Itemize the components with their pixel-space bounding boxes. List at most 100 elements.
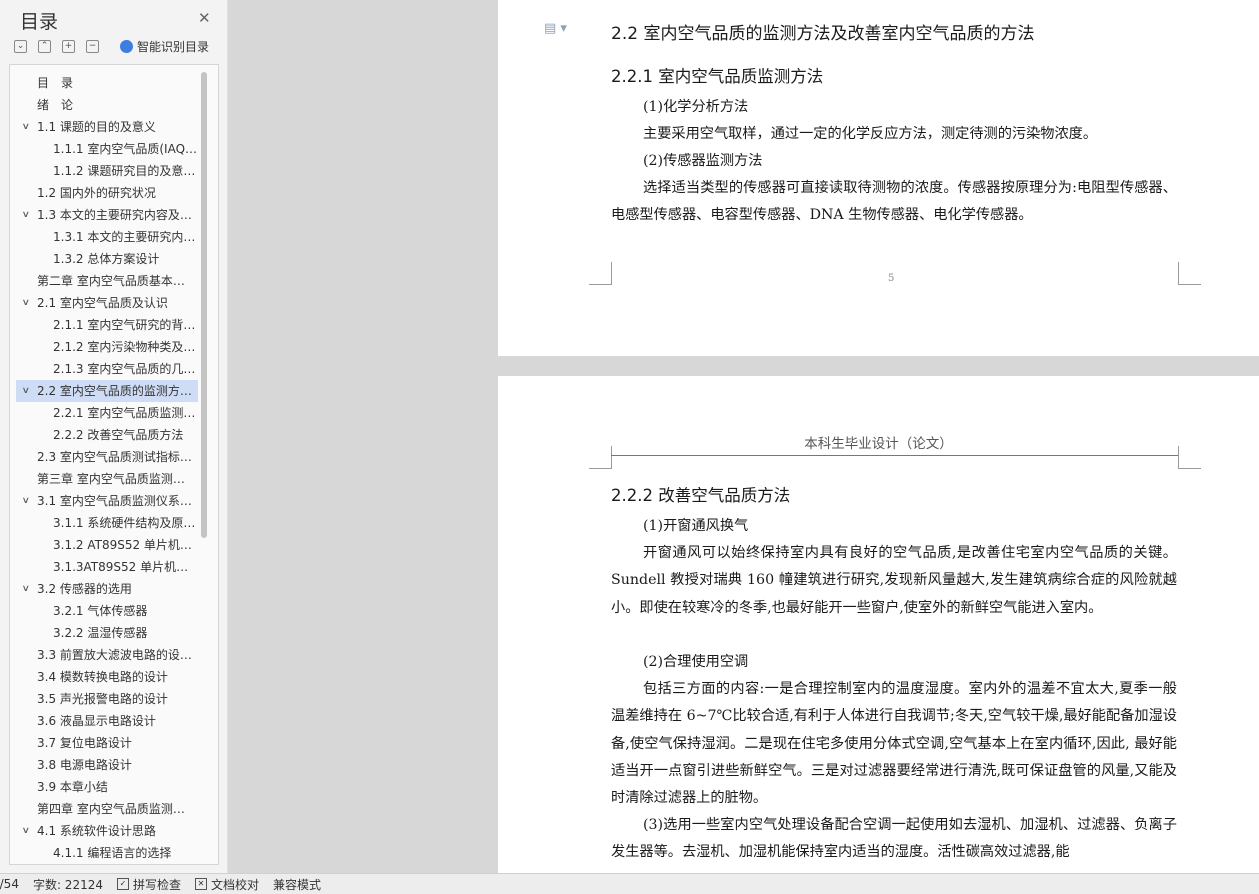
page-indicator[interactable]: 9/54 <box>0 877 19 891</box>
proofread-label: 文档校对 <box>211 877 260 892</box>
toc-item-label: 3.3 前置放大滤波电路的设… <box>37 648 192 662</box>
toc-item-label: 2.2.2 改善空气品质方法 <box>53 428 184 442</box>
toc-item[interactable]: ∨ 2.1 室内空气品质及认识 <box>10 292 198 314</box>
toc-item[interactable]: 3.5 声光报警电路的设计 <box>10 688 198 710</box>
ai-icon <box>120 39 133 53</box>
paragraph: 包括三方面的内容:一是合理控制室内的温度湿度。室内外的温差不宜太大,夏季一般温差… <box>611 681 1177 807</box>
toc-item-label: 3.4 模数转换电路的设计 <box>37 670 168 684</box>
toc-list: 目 录绪 论 ∨ 1.1 课题的目的及意义 1.1.1 室内空气品质(IAQ)… 1.1… <box>10 72 198 864</box>
paragraph: 主要采用空气取样，通过一定的化学反应方法，测定待测的污染物浓度。 <box>643 126 1098 142</box>
toc-item[interactable]: ∨ 2.2 室内空气品质的监测方… <box>16 380 198 402</box>
toc-item-label: 4.1 系统软件设计思路 <box>37 824 156 838</box>
toc-item[interactable]: 2.1.1 室内空气研究的背… <box>10 314 198 336</box>
toc-item[interactable]: ∨ 1.1 课题的目的及意义 <box>10 116 198 138</box>
toc-item[interactable]: 目 录 <box>10 72 198 94</box>
subsection-heading: 2.2.2 改善空气品质方法 <box>611 486 791 505</box>
spell-check-label: 拼写检查 <box>133 877 182 892</box>
toc-item[interactable]: 3.6 液晶显示电路设计 <box>10 710 198 732</box>
chevron-down-icon[interactable]: ∨ <box>22 116 35 138</box>
toc-item[interactable]: 2.2.1 室内空气品质监测… <box>10 402 198 424</box>
toc-item-label: 3.5 声光报警电路的设计 <box>37 692 168 706</box>
toc-item-label: 2.3 室内空气品质测试指标… <box>37 450 192 464</box>
toc-item-label: 2.1 室内空气品质及认识 <box>37 296 168 310</box>
toc-item-label: 3.1 室内空气品质监测仪系… <box>37 494 192 508</box>
toc-item[interactable]: 1.1.1 室内空气品质(IAQ)… <box>10 138 198 160</box>
toc-item-label: 1.1.1 室内空气品质(IAQ)… <box>53 142 198 156</box>
toc-item[interactable]: 3.7 复位电路设计 <box>10 732 198 754</box>
toc-item[interactable]: 3.1.1 系统硬件结构及原… <box>10 512 198 534</box>
toc-item[interactable]: ∨ 1.3 本文的主要研究内容及… <box>10 204 198 226</box>
chevron-down-icon[interactable]: ∨ <box>22 490 35 512</box>
toc-item[interactable]: 3.1.3AT89S52 单片机… <box>10 556 198 578</box>
collapse-all-icon[interactable]: ⌃ <box>38 39 51 53</box>
page-menu-icon[interactable]: ▤ ▾ <box>544 21 567 36</box>
compat-mode[interactable]: 兼容模式 <box>273 876 321 893</box>
toc-item[interactable]: 1.1.2 课题研究目的及意义… <box>10 160 198 182</box>
toc-item[interactable]: 2.3 室内空气品质测试指标… <box>10 446 198 468</box>
toc-item[interactable]: 3.8 电源电路设计 <box>10 754 198 776</box>
toc-item[interactable]: 绪 论 <box>10 94 198 116</box>
add-level-icon[interactable]: + <box>62 39 75 53</box>
toc-item[interactable]: 3.3 前置放大滤波电路的设… <box>10 644 198 666</box>
chevron-down-icon[interactable]: ∨ <box>22 204 35 226</box>
toc-item[interactable]: 3.2.2 温湿传感器 <box>10 622 198 644</box>
chevron-down-icon[interactable]: ∨ <box>22 292 35 314</box>
toc-item[interactable]: 1.3.2 总体方案设计 <box>10 248 198 270</box>
toc-item-label: 第三章 室内空气品质监测… <box>37 472 185 486</box>
toc-item[interactable]: ∨ 3.1 室内空气品质监测仪系… <box>10 490 198 512</box>
toc-item[interactable]: ∨ 3.2 传感器的选用 <box>10 578 198 600</box>
toc-item[interactable]: 第二章 室内空气品质基本… <box>10 270 198 292</box>
toc-item[interactable]: 4.1.1 编程语言的选择 <box>10 842 198 864</box>
checkbox-icon: ✓ <box>117 878 129 890</box>
toc-item-label: 第二章 室内空气品质基本… <box>37 274 185 288</box>
toc-item[interactable]: 3.2.1 气体传感器 <box>10 600 198 622</box>
document-area[interactable]: ▤ ▾ 2.2 室内空气品质的监测方法及改善室内空气品质的方法 2.2.1 室内… <box>228 0 1259 873</box>
toc-item-label: 1.1 课题的目的及意义 <box>37 120 156 134</box>
toc-item[interactable]: 2.1.3 室内空气品质的几… <box>10 358 198 380</box>
paragraph: (3)选用一些室内空气处理设备配合空调一起使用如去湿机、加湿机、过滤器、负离子发… <box>611 817 1177 861</box>
toc-item-label: 2.2.1 室内空气品质监测… <box>53 406 196 420</box>
toc-item-label: 3.7 复位电路设计 <box>37 736 132 750</box>
toc-toolbar: ⌄ ⌃ + − 智能识别目录 <box>14 38 209 54</box>
smart-toc-button[interactable]: 智能识别目录 <box>120 38 209 55</box>
toc-panel: 目 录绪 论 ∨ 1.1 课题的目的及意义 1.1.1 室内空气品质(IAQ)… 1.1… <box>9 64 219 865</box>
toc-item-label: 3.2.1 气体传感器 <box>53 604 148 618</box>
proofread-toggle[interactable]: ✕ 文档校对 <box>195 876 259 893</box>
toc-item[interactable]: 1.2 国内外的研究状况 <box>10 182 198 204</box>
toc-item-label: 3.8 电源电路设计 <box>37 758 132 772</box>
toc-item[interactable]: ∨ 4.1 系统软件设计思路 <box>10 820 198 842</box>
paragraph: (2)合理使用空调 <box>643 654 749 670</box>
crop-mark <box>589 262 612 285</box>
remove-level-icon[interactable]: − <box>86 39 99 53</box>
smart-toc-label: 智能识别目录 <box>137 39 210 54</box>
expand-all-icon[interactable]: ⌄ <box>14 39 27 53</box>
chevron-down-icon[interactable]: ∨ <box>22 380 35 402</box>
toc-item[interactable]: 3.1.2 AT89S52 单片机… <box>10 534 198 556</box>
toc-item[interactable]: 3.4 模数转换电路的设计 <box>10 666 198 688</box>
page-5: ▤ ▾ 2.2 室内空气品质的监测方法及改善室内空气品质的方法 2.2.1 室内… <box>498 0 1259 356</box>
crop-mark <box>1178 262 1201 285</box>
toc-item[interactable]: 3.9 本章小结 <box>10 776 198 798</box>
toc-item-label: 3.1.3AT89S52 单片机… <box>53 560 189 574</box>
paragraph: 选择适当类型的传感器可直接读取待测物的浓度。传感器按原理分为:电阻型传感器、电感… <box>611 180 1177 224</box>
toc-item[interactable]: 1.3.1 本文的主要研究内… <box>10 226 198 248</box>
toc-scrollbar[interactable] <box>201 72 207 538</box>
word-count[interactable]: 字数: 22124 <box>33 876 103 893</box>
toc-item-label: 3.6 液晶显示电路设计 <box>37 714 156 728</box>
spell-check-toggle[interactable]: ✓ 拼写检查 <box>117 876 181 893</box>
paragraph: (1)化学分析方法 <box>643 99 749 115</box>
section-heading: 2.2 室内空气品质的监测方法及改善室内空气品质的方法 <box>611 24 1035 44</box>
toc-item[interactable]: 第三章 室内空气品质监测… <box>10 468 198 490</box>
toc-item-label: 2.1.3 室内空气品质的几… <box>53 362 196 376</box>
toc-item[interactable]: 2.1.2 室内污染物种类及… <box>10 336 198 358</box>
toc-title: 目录 <box>20 11 59 33</box>
chevron-down-icon[interactable]: ∨ <box>22 578 35 600</box>
toc-item-label: 3.1.2 AT89S52 单片机… <box>53 538 192 552</box>
toc-item[interactable]: 2.2.2 改善空气品质方法 <box>10 424 198 446</box>
toc-item-label: 1.1.2 课题研究目的及意义… <box>53 164 198 178</box>
close-icon[interactable]: ✕ <box>198 9 211 27</box>
toc-item[interactable]: 第四章 室内空气品质监测… <box>10 798 198 820</box>
paragraph: (2)传感器监测方法 <box>643 153 763 169</box>
chevron-down-icon[interactable]: ∨ <box>22 820 35 842</box>
toc-item-label: 2.2 室内空气品质的监测方… <box>37 384 192 398</box>
